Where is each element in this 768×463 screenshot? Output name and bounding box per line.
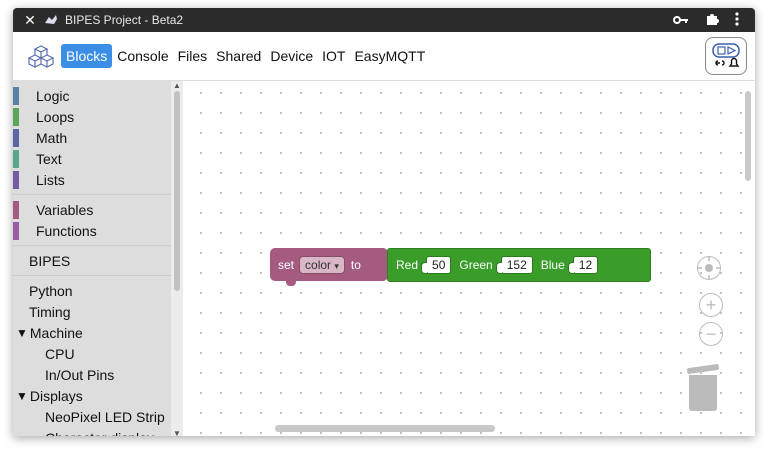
category-bipes[interactable]: BIPES — [13, 250, 183, 271]
blocks-workspace[interactable]: set color ▾ to Red 50 Green 152 Blue 12 … — [183, 81, 755, 436]
tab-shared[interactable]: Shared — [212, 45, 265, 67]
blue-value-input[interactable]: 12 — [567, 256, 599, 274]
tab-blocks[interactable]: Blocks — [61, 44, 113, 68]
toolbox-separator — [13, 275, 183, 276]
category-machine[interactable]: ▼ Machine — [13, 322, 183, 343]
recenter-button[interactable] — [697, 256, 721, 280]
category-functions[interactable]: Functions — [13, 220, 183, 241]
connect-button[interactable] — [705, 37, 747, 75]
bipes-logo — [27, 45, 55, 68]
window-title: BIPES Project - Beta2 — [65, 13, 184, 27]
category-loops[interactable]: Loops — [13, 106, 183, 127]
scroll-up-arrow-icon[interactable]: ▲ — [173, 81, 181, 90]
category-lists[interactable]: Lists — [13, 169, 183, 190]
category-character-display[interactable]: Character display — [13, 427, 183, 437]
connect-icon — [712, 43, 740, 67]
tab-iot[interactable]: IOT — [318, 45, 349, 67]
category-timing[interactable]: Timing — [13, 301, 183, 322]
toolbox-scrollbar[interactable]: ▲ ▼ — [171, 81, 183, 436]
crosshair-icon — [698, 257, 720, 279]
category-variables[interactable]: Variables — [13, 199, 183, 220]
app-window: ✕ BIPES Project - Beta2 Blocks Console F… — [13, 8, 755, 436]
workspace-horizontal-scrollbar[interactable] — [275, 425, 495, 432]
kebab-menu-icon[interactable] — [735, 11, 739, 29]
category-logic[interactable]: Logic — [13, 85, 183, 106]
main-navbar: Blocks Console Files Shared Device IOT E… — [13, 32, 755, 81]
green-value-input[interactable]: 152 — [495, 256, 533, 274]
key-icon[interactable] — [673, 13, 689, 28]
category-cpu[interactable]: CPU — [13, 343, 183, 364]
toolbox-sidebar: Logic Loops Math Text Lists Variables Fu… — [13, 81, 183, 436]
toolbox-separator — [13, 245, 183, 246]
dropdown-arrow-icon: ▾ — [334, 260, 339, 271]
zoom-in-button[interactable]: + — [699, 293, 723, 317]
zoom-out-button[interactable]: − — [699, 322, 723, 346]
close-icon[interactable]: ✕ — [19, 12, 41, 29]
set-variable-block[interactable]: set color ▾ to — [270, 248, 388, 286]
rgb-color-block[interactable]: Red 50 Green 152 Blue 12 — [387, 248, 651, 282]
category-neopixel-led-strip[interactable]: NeoPixel LED Strip — [13, 406, 183, 427]
workspace-vertical-scrollbar[interactable] — [745, 91, 751, 181]
category-text[interactable]: Text — [13, 148, 183, 169]
tab-easymqtt[interactable]: EasyMQTT — [350, 45, 429, 67]
zoom-out-icon: − — [705, 323, 717, 344]
tab-files[interactable]: Files — [174, 45, 212, 67]
title-bar: ✕ BIPES Project - Beta2 — [13, 8, 755, 32]
toolbox-scroll-thumb[interactable] — [174, 91, 180, 291]
red-value-input[interactable]: 50 — [420, 256, 452, 274]
zoom-in-icon: + — [705, 294, 717, 315]
trash-can-icon[interactable] — [686, 363, 720, 412]
expand-triangle-icon: ▼ — [16, 388, 28, 403]
variable-dropdown[interactable]: color ▾ — [299, 255, 345, 274]
tab-console[interactable]: Console — [113, 45, 172, 67]
category-math[interactable]: Math — [13, 127, 183, 148]
expand-triangle-icon: ▼ — [16, 325, 28, 340]
scroll-down-arrow-icon[interactable]: ▼ — [173, 429, 181, 436]
category-in-out-pins[interactable]: In/Out Pins — [13, 364, 183, 385]
app-icon — [43, 12, 59, 28]
toolbox-separator — [13, 194, 183, 195]
category-python[interactable]: Python — [13, 280, 183, 301]
tab-device[interactable]: Device — [266, 45, 317, 67]
block-notch — [286, 281, 296, 286]
category-displays[interactable]: ▼ Displays — [13, 385, 183, 406]
puzzle-icon[interactable] — [705, 12, 719, 29]
